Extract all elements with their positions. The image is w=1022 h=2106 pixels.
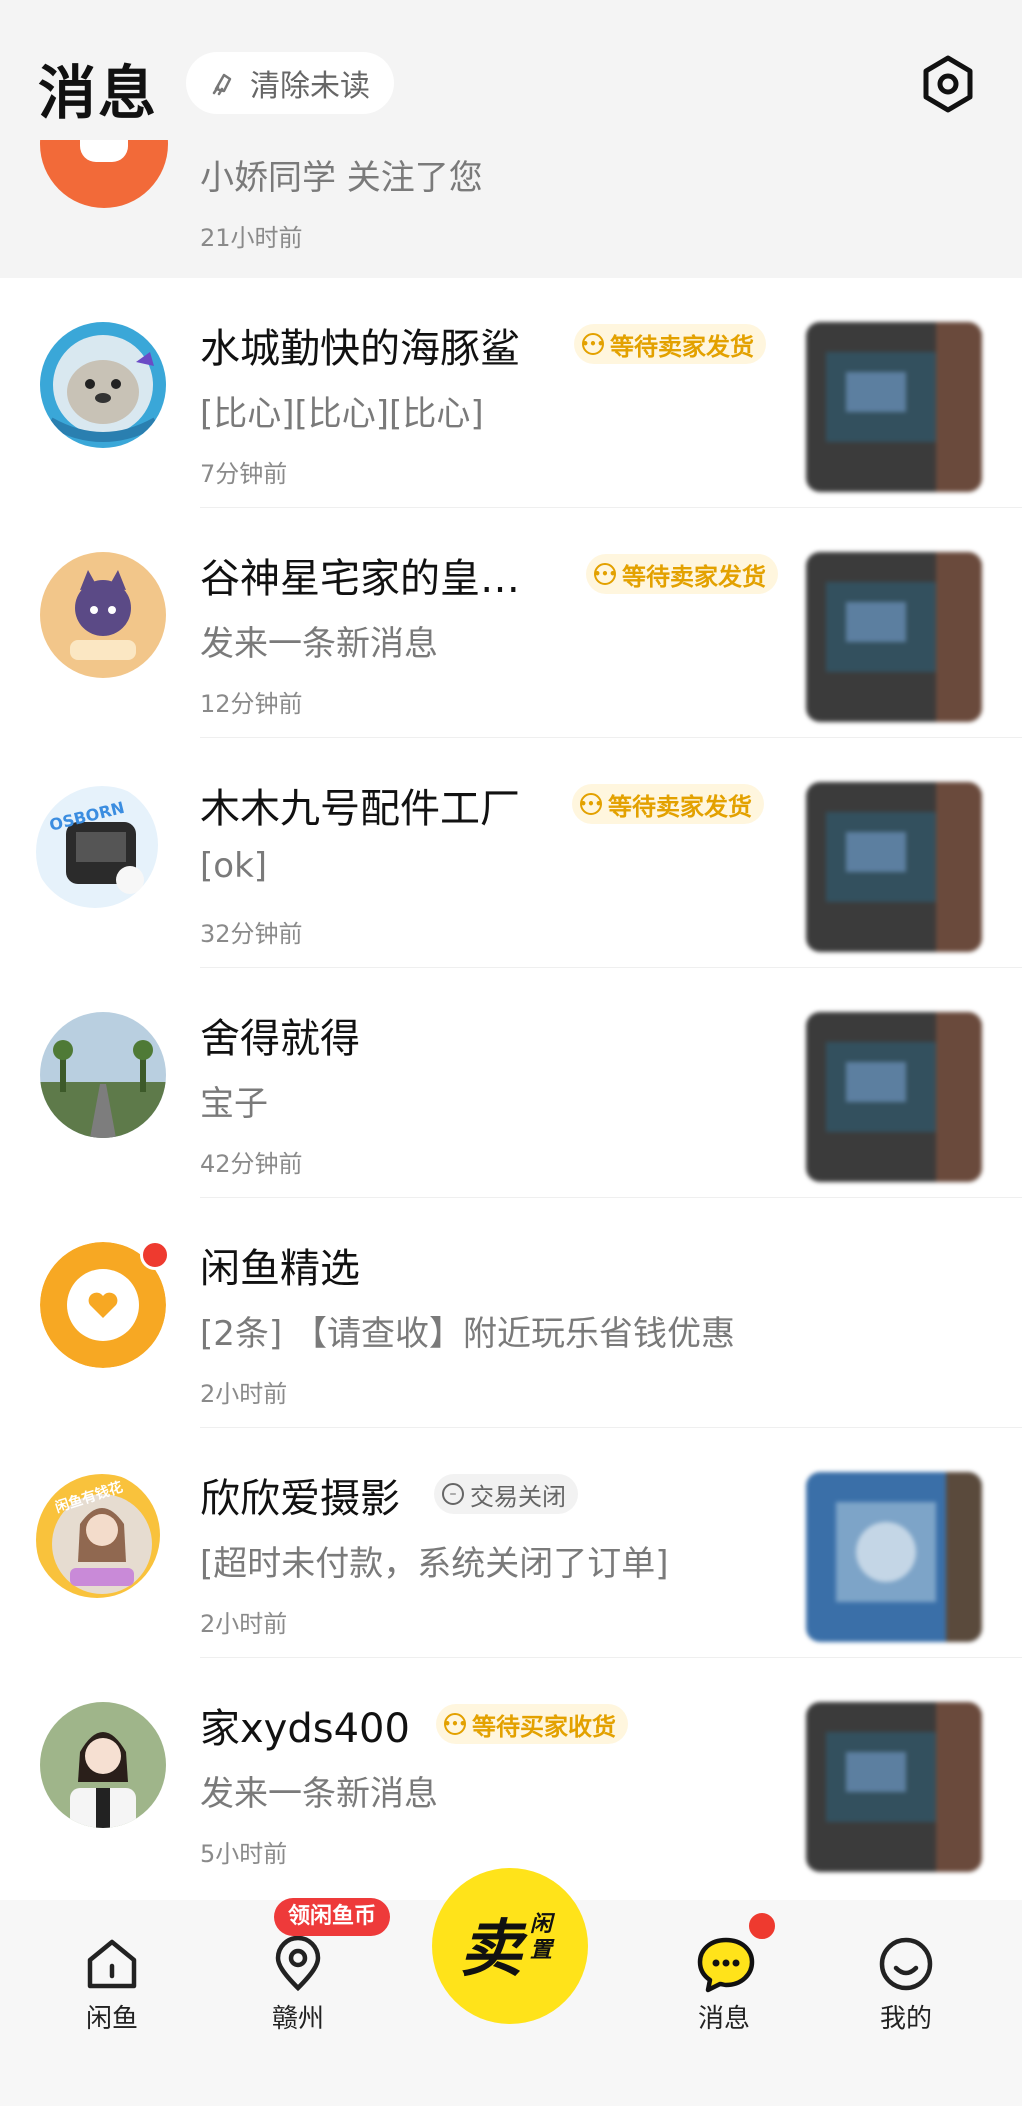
- conversation-name: 舍得就得: [200, 1016, 360, 1062]
- message-time: 32分钟前: [200, 920, 303, 948]
- message-preview: 发来一条新消息: [200, 624, 438, 664]
- conversation-row[interactable]: 家xyds400 ••• 等待买家收货 发来一条新消息 5小时前: [0, 1658, 1022, 1888]
- sell-sub-label: 闲置: [530, 1912, 553, 1963]
- conversation-row[interactable]: 闲鱼精选 [2条] 【请查收】附近玩乐省钱优惠 2小时前: [0, 1198, 1022, 1428]
- more-dots-icon: •••: [582, 333, 605, 355]
- conversation-row[interactable]: 舍得就得 宝子 42分钟前: [0, 968, 1022, 1198]
- message-preview: 发来一条新消息: [200, 1774, 438, 1814]
- conversation-row[interactable]: 谷神星宅家的皇… ••• 等待卖家发货 发来一条新消息 12分钟前: [0, 508, 1022, 738]
- tab-mine-label: 我的: [879, 2004, 932, 2034]
- follow-notice-time: 21小时前: [200, 224, 303, 252]
- message-time: 12分钟前: [200, 690, 303, 718]
- message-time: 2小时前: [200, 1380, 288, 1408]
- tab-home-label: 闲鱼: [85, 2004, 138, 2034]
- message-time: 7分钟前: [200, 460, 288, 488]
- conversation-row[interactable]: 水城勤快的海豚鲨 ••• 等待卖家发货 [比心][比心][比心] 7分钟前: [0, 278, 1022, 508]
- sell-label: 卖: [460, 1912, 523, 1985]
- smile-face-icon: [879, 1937, 933, 1991]
- location-icon: [275, 1935, 321, 1992]
- message-preview: [超时未付款，系统关闭了订单]: [200, 1544, 669, 1584]
- avatar: [40, 1012, 166, 1138]
- settings-button[interactable]: [916, 52, 980, 116]
- message-preview: [ok]: [200, 846, 268, 886]
- order-status-badge: ••• 等待买家收货: [436, 1704, 628, 1744]
- conversation-name: 闲鱼精选: [200, 1246, 360, 1292]
- order-status-badge: ••• 等待卖家发货: [586, 554, 778, 594]
- more-dots-icon: •••: [594, 563, 617, 585]
- message-time: 5小时前: [200, 1840, 288, 1868]
- avatar: [40, 1702, 166, 1828]
- conversation-name: 欣欣爱摄影: [200, 1476, 400, 1522]
- follow-notice-text[interactable]: 小娇同学 关注了您: [200, 150, 483, 199]
- conversation-row[interactable]: OSBORN 木木九号配件工厂 ••• 等待卖家发货 [ok] 32分钟前: [0, 738, 1022, 968]
- tab-messages-label: 消息: [697, 2004, 750, 2034]
- avatar: OSBORN: [32, 782, 158, 908]
- follower-avatar[interactable]: [40, 140, 168, 208]
- tab-city-label: 赣州: [271, 2004, 324, 2034]
- minus-circle-icon: –: [442, 1483, 464, 1505]
- message-preview: 宝子: [200, 1084, 268, 1124]
- order-status-label: 交易关闭: [470, 1482, 566, 1511]
- broom-icon: [212, 73, 232, 96]
- order-status-badge: – 交易关闭: [434, 1474, 578, 1514]
- order-status-label: 等待买家收货: [472, 1712, 616, 1741]
- clear-unread-label: 清除未读: [250, 69, 370, 104]
- conversation-row[interactable]: 闲鱼有钱花 欣欣爱摄影 – 交易关闭 [超时未付款，系统关闭了订单] 2小时前: [0, 1428, 1022, 1658]
- clear-unread-button[interactable]: 清除未读: [186, 52, 394, 114]
- message-preview: [2条] 【请查收】附近玩乐省钱优惠: [200, 1314, 735, 1354]
- order-status-label: 等待卖家发货: [608, 792, 752, 821]
- order-status-badge: ••• 等待卖家发货: [572, 784, 764, 824]
- conversation-name: 木木九号配件工厂: [200, 786, 520, 832]
- avatar: [40, 322, 166, 448]
- collect-coin-badge[interactable]: 领闲鱼币: [274, 1898, 391, 1936]
- product-thumbnail[interactable]: [806, 782, 982, 952]
- header: 消息 清除未读 小娇同学 关注了您 21小时前: [0, 0, 1022, 278]
- avatar: 闲鱼有钱花: [34, 1472, 160, 1598]
- order-status-badge: ••• 等待卖家发货: [574, 324, 766, 364]
- product-thumbnail[interactable]: [806, 1472, 982, 1642]
- message-time: 42分钟前: [200, 1150, 303, 1178]
- product-thumbnail[interactable]: [806, 322, 982, 492]
- unread-dot: [140, 1240, 170, 1270]
- order-status-label: 等待卖家发货: [610, 332, 754, 361]
- page-title: 消息: [38, 59, 159, 127]
- conversation-name: 水城勤快的海豚鲨: [200, 326, 520, 372]
- order-status-label: 等待卖家发货: [622, 562, 766, 591]
- message-time: 2小时前: [200, 1610, 288, 1638]
- more-dots-icon: •••: [580, 793, 603, 815]
- conversation-name: 家xyds400: [200, 1706, 410, 1752]
- sell-button[interactable]: 卖 闲置: [432, 1868, 588, 2024]
- more-dots-icon: •••: [444, 1713, 467, 1735]
- product-thumbnail[interactable]: [806, 552, 982, 722]
- product-thumbnail[interactable]: [806, 1702, 982, 1872]
- chat-bubble-icon: [697, 1937, 755, 1993]
- home-icon: [87, 1939, 137, 1989]
- message-preview: [比心][比心][比心]: [200, 394, 484, 434]
- product-thumbnail[interactable]: [806, 1012, 982, 1182]
- conversation-name: 谷神星宅家的皇…: [200, 556, 520, 602]
- avatar: [40, 552, 166, 678]
- settings-icon: [923, 55, 973, 113]
- messages-unread-dot: [746, 1910, 778, 1942]
